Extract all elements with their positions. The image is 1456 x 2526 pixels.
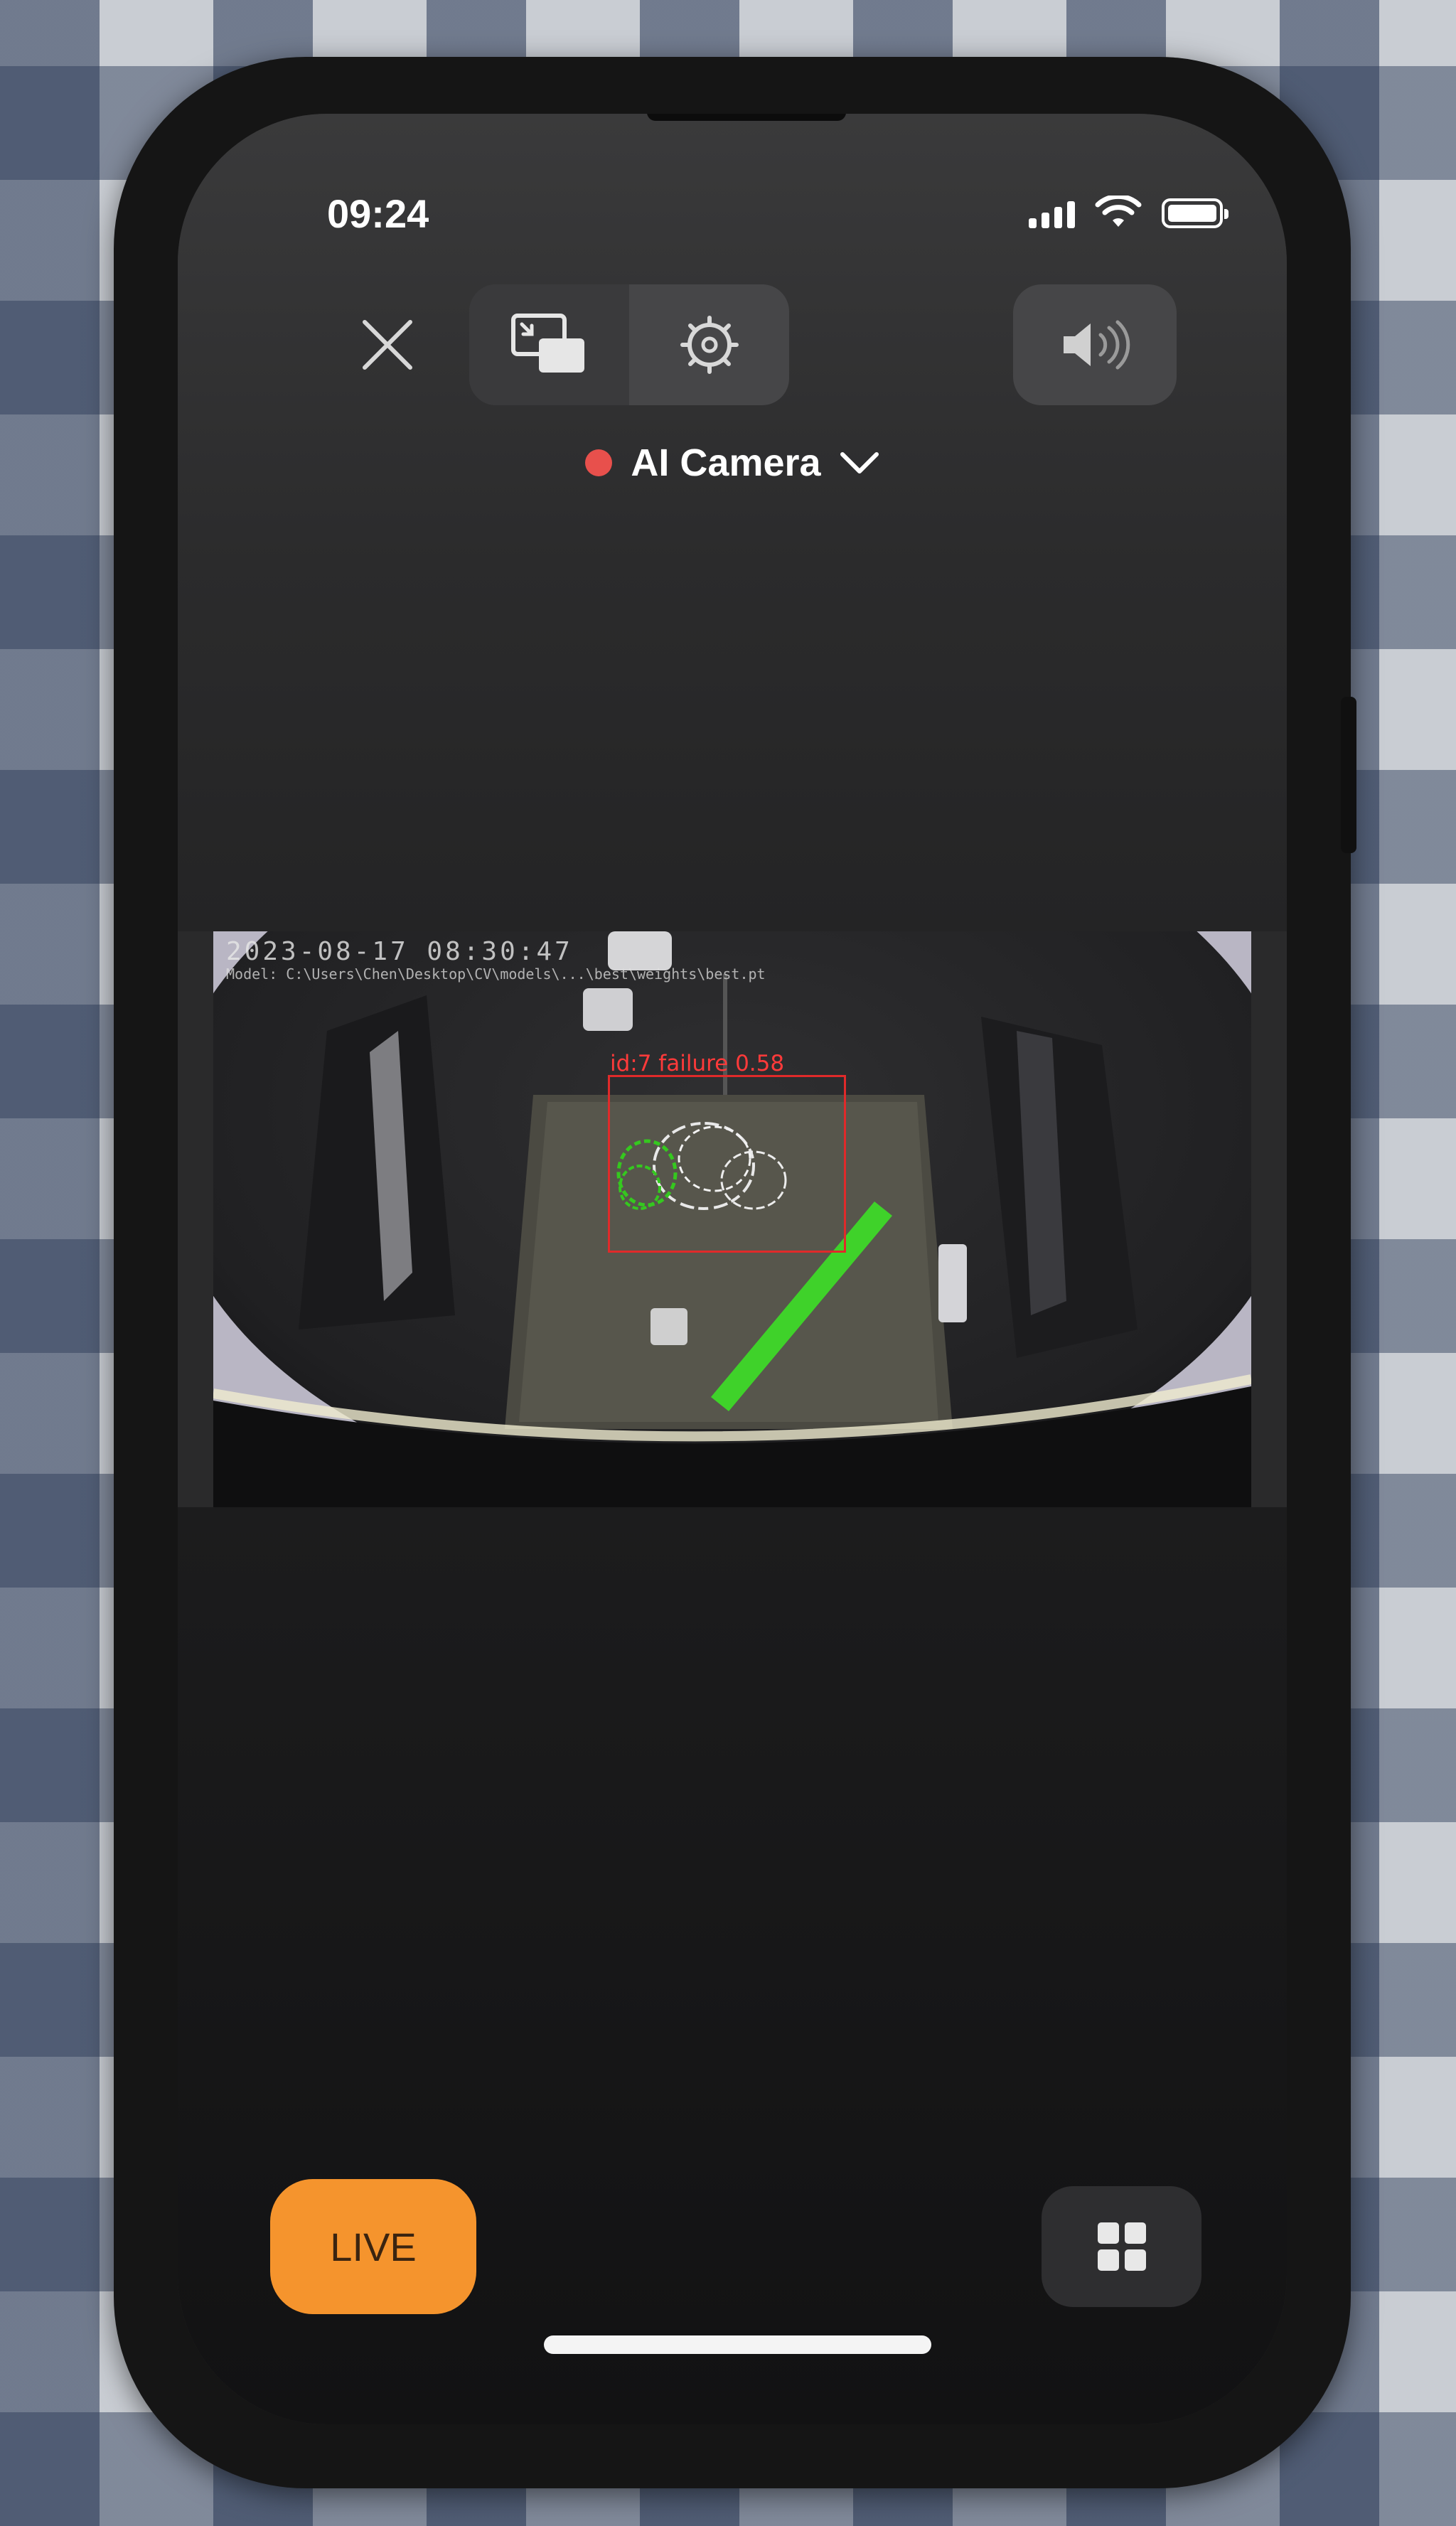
close-icon (363, 320, 412, 370)
grid-view-button[interactable] (1042, 2186, 1201, 2307)
status-icons (1029, 196, 1228, 228)
video-timestamp: 2023-08-17 08:30:47 (226, 937, 573, 966)
settings-gear-icon (680, 316, 739, 374)
speaker-volume-icon (1064, 320, 1130, 370)
grid-view-icon (1097, 2222, 1146, 2271)
status-time: 09:24 (327, 191, 429, 236)
battery-full-icon (1162, 198, 1228, 228)
wifi-icon (1095, 196, 1142, 227)
recording-indicator (585, 449, 613, 476)
phone-screen: 09:24 AI Camera 2023-08-17 08:30:47 Mode… (178, 114, 1287, 2424)
picture-in-picture-button[interactable] (469, 284, 629, 405)
camera-selector[interactable]: AI Camera (178, 441, 1287, 485)
sound-button[interactable] (1013, 284, 1177, 405)
live-button[interactable]: LIVE (270, 2179, 476, 2314)
detection-bounding-box (608, 1075, 846, 1253)
settings-button[interactable] (629, 284, 789, 405)
phone-side-button (1341, 697, 1356, 853)
cellular-signal-icon (1029, 200, 1075, 228)
close-button[interactable] (348, 306, 427, 384)
camera-video-feed[interactable]: 2023-08-17 08:30:47 Model: C:\Users\Chen… (213, 931, 1251, 1507)
detection-label: id:7 failure 0.58 (610, 1051, 785, 1076)
model-path-overlay: Model: C:\Users\Chen\Desktop\CV\models\.… (226, 965, 766, 983)
toolbar-group (469, 284, 789, 405)
picture-in-picture-icon (510, 314, 584, 373)
chevron-down-icon (840, 452, 879, 473)
camera-name: AI Camera (631, 441, 821, 484)
home-indicator[interactable] (544, 2335, 931, 2354)
earpiece-speaker (647, 114, 846, 121)
